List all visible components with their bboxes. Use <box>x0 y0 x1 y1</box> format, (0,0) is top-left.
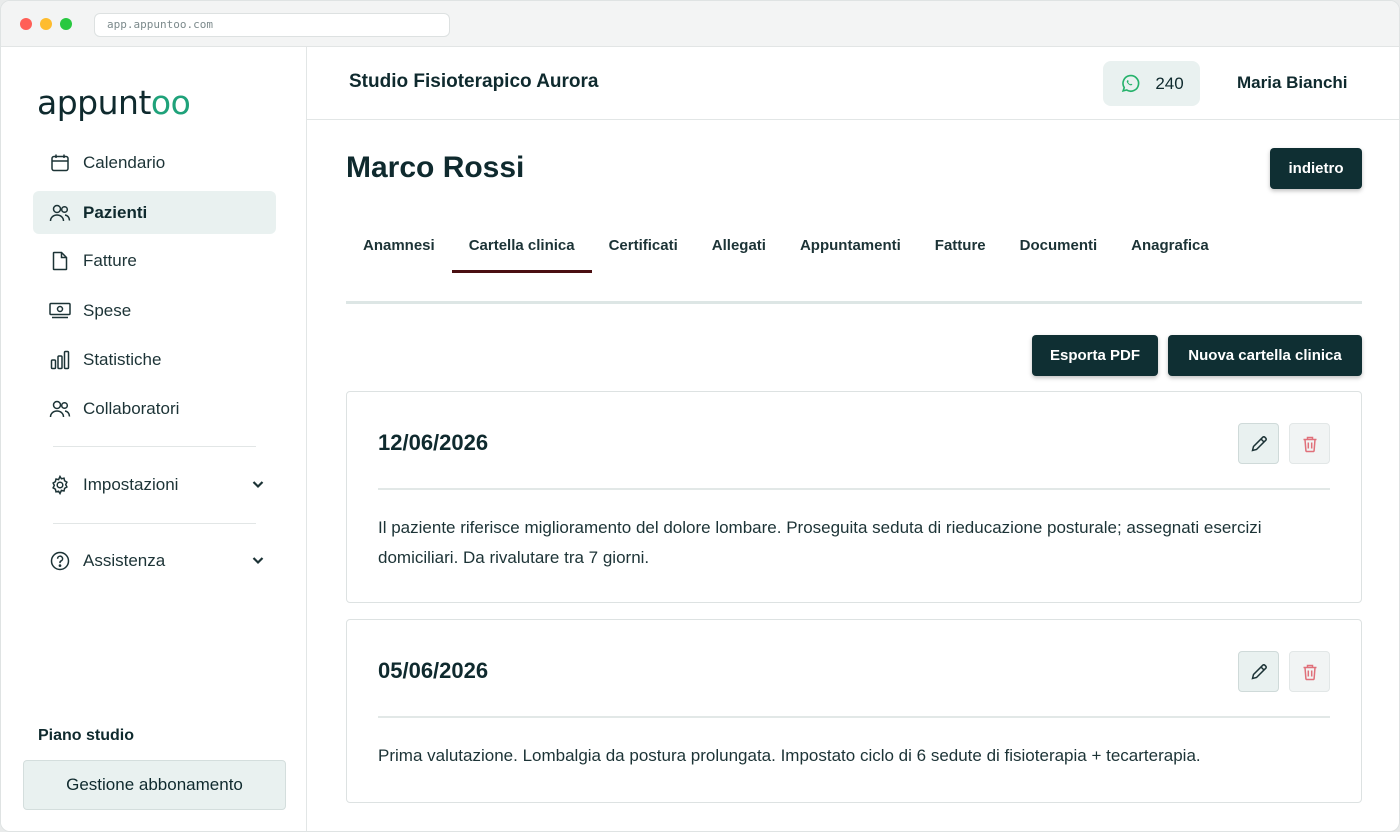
sidebar: appuntoo Calendario Pazienti Fatture Spe… <box>1 47 307 831</box>
plan-label: Piano studio <box>38 727 134 744</box>
maximize-window-button[interactable] <box>60 18 72 30</box>
sidebar-item-label: Assistenza <box>83 550 166 570</box>
minimize-window-button[interactable] <box>40 18 52 30</box>
pencil-icon <box>1250 663 1267 680</box>
manage-subscription-button[interactable]: Gestione abbonamento <box>23 760 286 810</box>
delete-record-button[interactable] <box>1289 651 1330 692</box>
top-header: Studio Fisioterapico Aurora 240 Maria Bi… <box>307 47 1399 120</box>
bar-chart-icon <box>49 349 71 371</box>
whatsapp-count: 240 <box>1155 73 1184 93</box>
appuntoo-logo[interactable]: appuntoo <box>37 83 191 122</box>
trash-icon <box>1303 664 1316 680</box>
export-pdf-button[interactable]: Esporta PDF <box>1032 335 1158 376</box>
tab-cartella-clinica[interactable]: Cartella clinica <box>451 217 592 273</box>
back-button[interactable]: indietro <box>1270 148 1362 189</box>
whatsapp-icon <box>1122 74 1140 92</box>
sidebar-item-assistenza[interactable]: Assistenza <box>33 539 276 582</box>
record-divider <box>378 488 1330 490</box>
tab-certificati[interactable]: Certificati <box>592 217 695 273</box>
sidebar-item-spese[interactable]: Spese <box>33 289 276 332</box>
chevron-down-icon[interactable] <box>250 476 266 492</box>
sidebar-item-label: Spese <box>83 300 132 320</box>
studio-name: Studio Fisioterapico Aurora <box>349 71 599 92</box>
tab-anagrafica[interactable]: Anagrafica <box>1114 217 1226 273</box>
logo-prefix: appunt <box>37 83 151 122</box>
clinical-record-card: 12/06/2026 Il paziente riferisce miglior… <box>346 391 1362 603</box>
sidebar-item-label: Pazienti <box>83 202 148 222</box>
question-circle-icon <box>49 550 71 572</box>
sidebar-item-label: Fatture <box>83 250 137 270</box>
sidebar-item-label: Calendario <box>83 152 166 172</box>
calendar-icon <box>49 152 71 174</box>
sidebar-item-calendario[interactable]: Calendario <box>33 141 276 184</box>
record-date: 05/06/2026 <box>378 658 489 683</box>
sidebar-item-pazienti[interactable]: Pazienti <box>33 191 276 234</box>
edit-record-button[interactable] <box>1238 651 1279 692</box>
pencil-icon <box>1250 435 1267 452</box>
tab-documenti[interactable]: Documenti <box>1003 217 1115 273</box>
sidebar-item-label: Impostazioni <box>83 474 179 494</box>
sidebar-item-fatture[interactable]: Fatture <box>33 239 276 282</box>
record-divider <box>378 716 1330 718</box>
gear-icon <box>49 474 71 496</box>
sidebar-divider <box>53 523 256 524</box>
close-window-button[interactable] <box>20 18 32 30</box>
tab-allegati[interactable]: Allegati <box>695 217 783 273</box>
sidebar-item-collaboratori[interactable]: Collaboratori <box>33 387 276 430</box>
document-icon <box>49 250 71 272</box>
patient-name: Marco Rossi <box>346 151 525 184</box>
clinical-record-card: 05/06/2026 Prima valutazione. Lombalgia … <box>346 619 1362 803</box>
record-text: Prima valutazione. Lombalgia da postura … <box>378 746 1201 765</box>
sidebar-item-label: Statistiche <box>83 349 162 369</box>
tab-anamnesi[interactable]: Anamnesi <box>346 217 452 273</box>
sidebar-item-label: Collaboratori <box>83 398 180 418</box>
cash-icon <box>49 300 71 322</box>
address-bar[interactable]: app.appuntoo.com <box>94 13 450 37</box>
sidebar-item-impostazioni[interactable]: Impostazioni <box>33 463 276 506</box>
users-icon <box>49 398 71 420</box>
new-record-button[interactable]: Nuova cartella clinica <box>1168 335 1362 376</box>
tabs-divider <box>346 301 1362 304</box>
sidebar-divider <box>53 446 256 447</box>
app-window: app.appuntoo.com appuntoo Calendario Paz… <box>0 0 1400 832</box>
user-name[interactable]: Maria Bianchi <box>1237 73 1348 93</box>
logo-highlight: oo <box>150 83 191 122</box>
users-icon <box>49 202 71 224</box>
tab-appuntamenti[interactable]: Appuntamenti <box>783 217 918 273</box>
record-date: 12/06/2026 <box>378 430 489 455</box>
browser-chrome: app.appuntoo.com <box>1 1 1399 47</box>
whatsapp-credits-badge[interactable]: 240 <box>1103 61 1200 106</box>
delete-record-button[interactable] <box>1289 423 1330 464</box>
patient-tabs: Anamnesi Cartella clinica Certificati Al… <box>346 217 1226 275</box>
record-text: Il paziente riferisce miglioramento del … <box>378 518 1262 567</box>
sidebar-item-statistiche[interactable]: Statistiche <box>33 338 276 381</box>
edit-record-button[interactable] <box>1238 423 1279 464</box>
chevron-down-icon[interactable] <box>250 552 266 568</box>
trash-icon <box>1303 436 1316 452</box>
tab-fatture[interactable]: Fatture <box>918 217 1003 273</box>
